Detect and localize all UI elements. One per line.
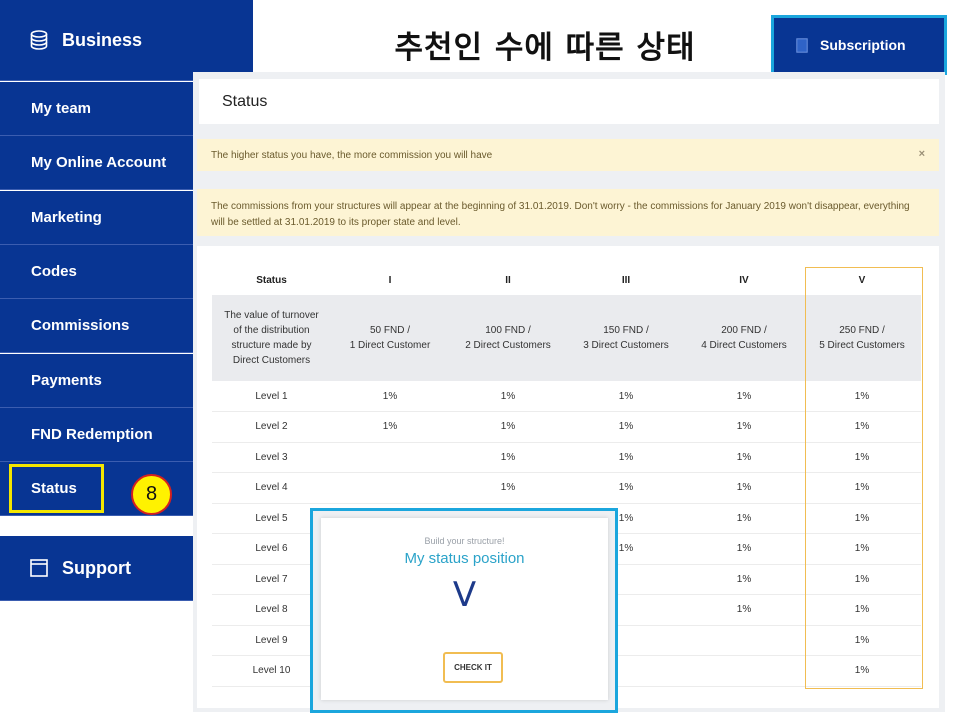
table-cell: 1% (803, 381, 921, 412)
table-cell: 1% (567, 472, 685, 504)
table-cell: 1% (331, 411, 449, 443)
table-row: Level 4 1% 1% 1% 1% (212, 472, 921, 504)
sidebar-item-commissions[interactable]: Commissions (0, 299, 193, 353)
table-cell: 1% (685, 503, 803, 534)
table-cell (685, 625, 803, 656)
table-cell: 1% (567, 411, 685, 443)
sidebar-header-business[interactable]: Business (0, 0, 253, 81)
sidebar-item-label: Commissions (31, 317, 130, 334)
subscription-button[interactable]: Subscription (771, 15, 947, 75)
step-number-badge: 8 (131, 474, 172, 515)
sidebar-item-payments[interactable]: Payments (0, 354, 193, 408)
table-cell (331, 442, 449, 473)
table-cell: 1% (449, 411, 567, 443)
popup-title: My status position (404, 550, 525, 567)
sidebar-header-support[interactable]: Support (0, 536, 193, 601)
sidebar-item-marketing[interactable]: Marketing (0, 191, 193, 245)
table-cell: 200 FND / 4 Direct Customers (685, 295, 803, 381)
popup-subtitle: Build your structure! (424, 536, 505, 546)
table-cell: 1% (685, 442, 803, 473)
sidebar-item-codes[interactable]: Codes (0, 245, 193, 299)
sidebar-item-label: My Online Account (31, 154, 167, 171)
notice-higher-status: The higher status you have, the more com… (197, 139, 939, 171)
table-row: Level 1 1% 1% 1% 1% 1% (212, 381, 921, 412)
table-cell: 1% (685, 472, 803, 504)
table-cell: 1% (803, 625, 921, 656)
column-header: III (621, 274, 631, 286)
table-cell: 100 FND / 2 Direct Customers (449, 295, 567, 381)
table-cell: The value of turnover of the distributio… (212, 295, 331, 381)
status-highlight-box (9, 464, 104, 513)
table-cell: 1% (567, 442, 685, 473)
table-cell: Level 4 (212, 472, 331, 504)
table-cell: 1% (685, 594, 803, 626)
table-cell: 1% (685, 564, 803, 595)
window-icon (30, 559, 48, 577)
subscription-label: Subscription (820, 37, 906, 53)
table-cell: 1% (331, 381, 449, 412)
table-cell: 1% (803, 472, 921, 504)
close-icon[interactable]: × (919, 148, 925, 160)
table-cell: 1% (803, 503, 921, 534)
column-header: IV (739, 274, 749, 286)
notice-commissions: The commissions from your structures wil… (197, 189, 939, 236)
table-cell: 1% (803, 564, 921, 595)
table-cell: 1% (685, 533, 803, 565)
sidebar-item-fnd-redemption[interactable]: FND Redemption (0, 408, 193, 462)
table-cell: 1% (567, 381, 685, 412)
table-cell: 1% (803, 655, 921, 687)
table-cell: 1% (449, 442, 567, 473)
table-row: Level 3 1% 1% 1% 1% (212, 442, 921, 473)
table-header-row: Status I II III IV V (212, 265, 921, 295)
sidebar-item-label: My team (31, 100, 92, 117)
notice-text: The higher status you have, the more com… (211, 149, 493, 161)
table-cell: 1% (449, 381, 567, 412)
sidebar-item-label: Marketing (31, 209, 102, 226)
sidebar-header-label: Business (62, 29, 143, 50)
sidebar-item-my-team[interactable]: My team (0, 82, 193, 136)
table-cell: 50 FND / 1 Direct Customer (331, 295, 449, 381)
database-icon (30, 30, 48, 50)
table-cell: 1% (803, 594, 921, 626)
page-title: Status (199, 79, 939, 124)
column-header: Status (256, 274, 287, 286)
table-cell (331, 472, 449, 504)
table-cell: 1% (449, 472, 567, 504)
status-position-popup: Build your structure! My status position… (321, 518, 608, 700)
table-cell: 1% (685, 381, 803, 412)
slide: Business My team My Online Account Marke… (0, 0, 960, 720)
sidebar-support-label: Support (62, 557, 131, 578)
table-cell (685, 655, 803, 687)
sidebar-item-label: FND Redemption (31, 426, 153, 443)
check-it-button[interactable]: CHECK IT (443, 652, 503, 683)
table-cell: 150 FND / 3 Direct Customers (567, 295, 685, 381)
column-header: II (505, 274, 511, 286)
table-cell: Level 3 (212, 442, 331, 473)
table-cell: 1% (685, 411, 803, 443)
document-icon (796, 37, 808, 53)
column-header: V (858, 274, 866, 286)
table-cell: 1% (803, 442, 921, 473)
turnover-row: The value of turnover of the distributio… (212, 295, 921, 381)
table-row: Level 2 1% 1% 1% 1% 1% (212, 411, 921, 443)
sidebar-item-my-online-account[interactable]: My Online Account (0, 136, 193, 190)
table-cell: Level 1 (212, 381, 331, 412)
slide-title: 추천인 수에 따른 상태 (394, 30, 696, 66)
table-cell: Level 2 (212, 411, 331, 443)
status-value: V (452, 575, 477, 615)
table-cell: 1% (803, 411, 921, 443)
sidebar-item-label: Payments (31, 372, 102, 389)
table-cell: 250 FND / 5 Direct Customers (803, 295, 921, 381)
table-cell: 1% (803, 533, 921, 565)
sidebar-item-label: Codes (31, 263, 77, 280)
column-header: I (388, 274, 392, 286)
popup-highlight-frame: Build your structure! My status position… (310, 508, 618, 713)
